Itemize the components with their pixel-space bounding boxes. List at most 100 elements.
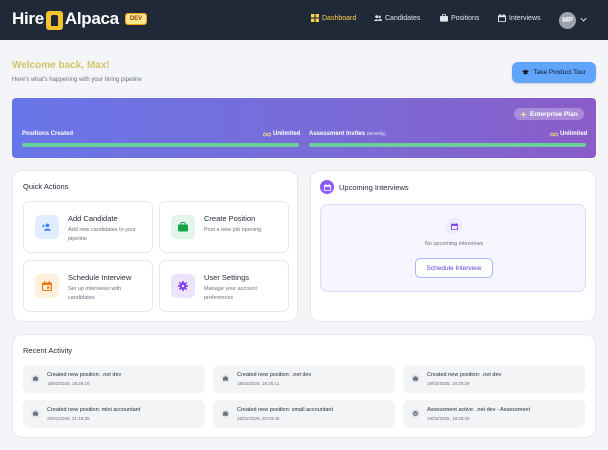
user-avatar[interactable]: MP <box>559 12 576 29</box>
activity-time: 18/02/2026, 18:26:11 <box>237 381 280 386</box>
activity-item[interactable]: Assessment active: .net dev - Assessment… <box>403 400 585 428</box>
add-candidate-icon-box <box>35 215 59 239</box>
activity-text: Assessment active: .net dev - Assessment <box>427 407 531 413</box>
qa-desc: Post a new job opening <box>204 227 262 233</box>
dashboard-icon <box>311 14 319 22</box>
activity-text: Created new position: small accountant <box>237 407 333 413</box>
env-badge: DEV <box>124 13 148 25</box>
user-settings-icon-box <box>171 274 195 298</box>
graduation-cap-icon <box>522 69 530 75</box>
calendar-icon <box>498 14 506 22</box>
activity-item[interactable]: Created new position: .net dev 18/02/202… <box>213 365 395 393</box>
recent-activity-card: Recent Activity Created new position: .n… <box>12 334 596 438</box>
qa-title: User Settings <box>204 273 250 282</box>
plan-badge: Enterprise Plan <box>514 108 584 120</box>
activity-text: Created new position: .net dev <box>237 372 312 378</box>
qa-title: Schedule Interview <box>68 273 132 282</box>
invites-period-text: (Monthly) <box>367 131 386 136</box>
nav-item-label: Candidates <box>385 14 421 22</box>
nav-item-candidates[interactable]: Candidates <box>374 14 420 22</box>
assessment-invites-label: Assessment Invites (Monthly) <box>309 131 386 137</box>
briefcase-icon <box>411 374 420 383</box>
activity-text: Created new position: .net dev <box>47 372 122 378</box>
infinity-icon <box>263 132 271 136</box>
activity-time: 18/02/2026, 18:28:40 <box>427 416 470 421</box>
schedule-interview-icon-box <box>35 274 59 298</box>
briefcase-icon <box>440 14 448 22</box>
nav-item-label: Positions <box>451 14 480 22</box>
quick-actions-title: Quick Actions <box>23 182 69 191</box>
create-position-action[interactable]: Create Position Post a new job opening <box>159 201 289 253</box>
activity-time: 25/01/2026, 20:03:45 <box>237 416 280 421</box>
qa-desc: Set up interviews with candidates <box>68 286 122 301</box>
usage-banner: Enterprise Plan Positions Created Unlimi… <box>12 98 596 158</box>
nav-item-positions[interactable]: Positions <box>440 14 479 22</box>
add-candidate-action[interactable]: Add Candidate Add new candidates to your… <box>23 201 153 253</box>
activity-item[interactable]: Created new position: .net dev 18/02/202… <box>403 365 585 393</box>
positions-value-text: Unlimited <box>273 131 301 137</box>
briefcase-icon <box>178 222 188 232</box>
tour-button-label: Take Product Tour <box>533 69 586 76</box>
sparkle-icon <box>520 110 527 118</box>
upcoming-interviews-empty-state: No upcoming interviews Schedule Intervie… <box>320 204 586 292</box>
schedule-interview-button[interactable]: Schedule Interview <box>415 258 493 278</box>
positions-progress-fill <box>22 143 299 147</box>
calendar-icon <box>450 222 458 230</box>
logo[interactable]: Hire Alpaca DEV <box>12 9 148 30</box>
nav-item-dashboard[interactable]: Dashboard <box>311 14 356 22</box>
briefcase-icon <box>221 409 230 418</box>
empty-calendar-icon-box <box>446 218 462 234</box>
activity-time: 18/02/2026, 18:20:28 <box>427 381 470 386</box>
chevron-down-icon[interactable] <box>580 16 587 23</box>
activity-item[interactable]: Created new position: small accountant 2… <box>213 400 395 428</box>
alpaca-logo-icon <box>45 10 63 30</box>
upcoming-interviews-icon <box>320 180 334 194</box>
top-nav: Hire Alpaca DEV Dashboard Candidates Pos… <box>0 0 608 40</box>
activity-time: 18/02/2026, 18:29:18 <box>47 381 90 386</box>
nav-item-label: Interviews <box>509 14 541 22</box>
invites-label-text: Assessment Invites <box>309 131 366 137</box>
create-position-icon-box <box>171 215 195 239</box>
logo-text-left: Hire <box>12 9 44 28</box>
logo-text-right: Alpaca <box>64 9 119 28</box>
schedule-interview-action[interactable]: Schedule Interview Set up interviews wit… <box>23 260 153 312</box>
gear-icon <box>178 281 188 291</box>
upcoming-interviews-title: Upcoming Interviews <box>339 183 409 192</box>
qa-title: Add Candidate <box>68 214 118 223</box>
users-icon <box>374 15 382 21</box>
assessment-invites-value: Unlimited <box>550 131 587 137</box>
infinity-icon <box>550 132 558 136</box>
positions-created-value: Unlimited <box>263 131 300 137</box>
check-icon <box>411 409 420 418</box>
briefcase-icon <box>31 409 40 418</box>
add-user-icon <box>42 223 51 231</box>
take-product-tour-button[interactable]: Take Product Tour <box>512 62 596 83</box>
positions-created-label: Positions Created <box>22 131 73 137</box>
welcome-title: Welcome back, Max! <box>12 60 110 71</box>
briefcase-icon <box>221 374 230 383</box>
calendar-icon <box>323 183 331 191</box>
recent-activity-title: Recent Activity <box>23 346 73 355</box>
nav-item-interviews[interactable]: Interviews <box>498 14 541 22</box>
plan-name: Enterprise Plan <box>530 110 578 118</box>
activity-item[interactable]: Created new position: mini accountant 25… <box>23 400 205 428</box>
qa-desc: Add new candidates to your pipeline <box>68 227 136 242</box>
activity-text: Created new position: mini accountant <box>47 407 141 413</box>
calendar-icon <box>42 281 52 291</box>
nav-item-label: Dashboard <box>322 14 357 22</box>
positions-progress-bar <box>22 143 299 147</box>
no-upcoming-interviews-text: No upcoming interviews <box>424 241 484 247</box>
briefcase-icon <box>31 374 40 383</box>
user-settings-action[interactable]: User Settings Manage your account prefer… <box>159 260 289 312</box>
quick-actions-card: Quick Actions Add Candidate Add new cand… <box>12 170 298 322</box>
qa-desc: Manage your account preferences <box>204 286 257 301</box>
invites-progress-bar <box>309 143 586 147</box>
activity-item[interactable]: Created new position: .net dev 18/02/202… <box>23 365 205 393</box>
invites-value-text: Unlimited <box>560 131 588 137</box>
invites-progress-fill <box>309 143 586 147</box>
activity-time: 25/01/2026, 21:18:26 <box>47 416 90 421</box>
activity-text: Created new position: .net dev <box>427 372 502 378</box>
welcome-subtitle: Here's what's happening with your hiring… <box>12 77 142 83</box>
qa-title: Create Position <box>204 214 256 223</box>
positions-label-text: Positions Created <box>22 131 74 137</box>
